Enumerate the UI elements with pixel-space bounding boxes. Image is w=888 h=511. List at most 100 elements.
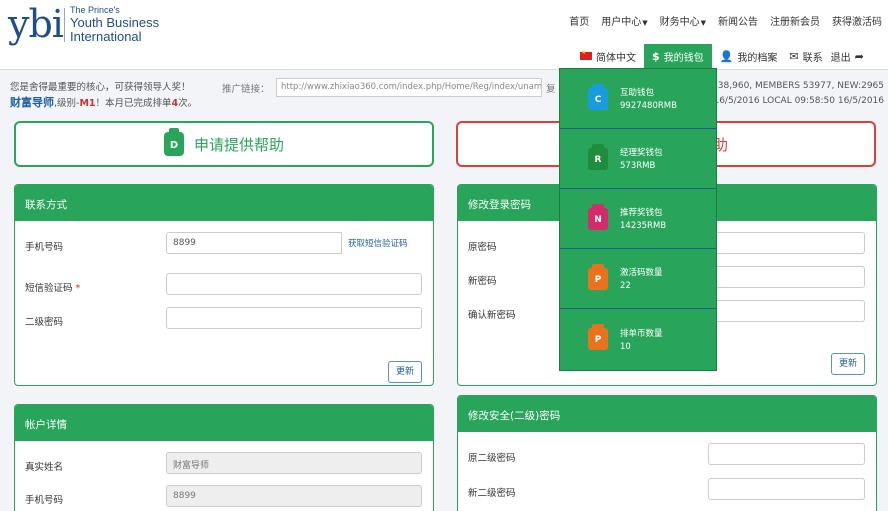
wallet-item-name: 激活码数量: [620, 268, 663, 278]
old-password-input[interactable]: [708, 232, 865, 254]
real-name-field: 财富导师: [166, 452, 422, 474]
new-secondary-password-input[interactable]: [708, 478, 865, 500]
old-password-label: 原密码: [468, 242, 497, 253]
wallet-item-value: 573RMB: [620, 161, 656, 171]
provide-help-label: 申请提供帮助: [193, 135, 284, 154]
info-line-1: 您是舍得最重要的核心，可获得领导人奖！: [10, 82, 191, 93]
wallet-bag-icon: D: [163, 128, 184, 156]
account-phone-label: 手机号码: [25, 495, 64, 506]
contact-label: 联系: [802, 52, 823, 64]
my-wallet-label: 我的钱包: [663, 52, 704, 64]
wallet-item-text: 排单币数量 10: [620, 327, 663, 352]
top-nav: 首页 用户中心▼ 财务中心▼ 新闻公告 注册新会员 获得激活码: [569, 13, 882, 28]
contact-panel: 联系方式 手机号码 8899 获取短信验证码 短信验证码 * 二级密码 更新: [14, 184, 434, 386]
china-flag-icon: [580, 49, 592, 60]
wallet-item-name: 互助钱包: [620, 88, 655, 98]
wallet-bag-icon: R: [588, 143, 608, 170]
new-secondary-password-label: 新二级密码: [468, 488, 516, 499]
chevron-down-icon: ▼: [642, 19, 648, 27]
sub-nav: 简体中文 $ 我的钱包 👤 我的档案 ✉ 联系 退出 ➦: [572, 44, 868, 68]
nav-user-center[interactable]: 用户中心▼: [601, 13, 647, 28]
wallet-item[interactable]: C 互助钱包 9927480RMB: [560, 69, 716, 129]
nav-finance-center-label: 财务中心: [659, 17, 700, 28]
level-label: ,级别-: [54, 98, 80, 109]
language-label: 简体中文: [596, 52, 636, 64]
wallet-item-value: 22: [620, 281, 631, 291]
get-sms-code-button[interactable]: 获取短信验证码: [341, 232, 422, 254]
wallet-item-value: 10: [620, 341, 631, 352]
logo-divider: [64, 8, 65, 42]
provide-help-button[interactable]: D 申请提供帮助: [14, 121, 434, 167]
wallet-bag-icon: P: [588, 263, 608, 290]
logout-label: 退出: [830, 52, 851, 64]
sms-code-label-text: 短信验证码: [25, 283, 73, 294]
confirm-password-input[interactable]: [708, 300, 865, 322]
logo-line-2: Youth Business: [70, 15, 160, 30]
phone-label: 手机号码: [25, 242, 64, 253]
wallet-bag-icon: C: [588, 83, 608, 110]
confirm-password-label: 确认新密码: [468, 310, 516, 321]
contact-panel-title: 联系方式: [15, 185, 433, 221]
wallet-item[interactable]: P 激活码数量 22: [560, 249, 716, 309]
stats-line-1: 8,438,960, MEMBERS 53977, NEW:2965: [703, 81, 884, 91]
arrow-right-icon: ➦: [854, 49, 864, 63]
month-text: ！本月已完成排单: [95, 98, 172, 109]
my-profile-link[interactable]: 👤 我的档案: [712, 44, 786, 68]
old-secondary-password-label: 原二级密码: [468, 453, 516, 464]
secondary-password-input[interactable]: [166, 307, 422, 329]
sms-code-label: 短信验证码 *: [25, 280, 80, 294]
my-wallet-menu[interactable]: $ 我的钱包: [644, 44, 712, 68]
real-name-label: 真实姓名: [25, 462, 64, 473]
user-icon: 👤: [719, 49, 734, 63]
old-secondary-password-input[interactable]: [708, 443, 865, 465]
logo[interactable]: ybi: [8, 4, 64, 44]
info-line-2: 财富导师,级别-M1！本月已完成排单4次。: [10, 95, 197, 111]
wallet-item-value: 9927480RMB: [620, 101, 677, 111]
user-level: M1: [79, 98, 96, 109]
logo-line-3: International: [70, 29, 142, 44]
wallet-bag-icon: P: [588, 324, 608, 350]
language-selector[interactable]: 简体中文: [572, 44, 644, 68]
nav-home[interactable]: 首页: [569, 13, 589, 28]
chevron-down-icon: ▼: [700, 19, 706, 27]
nav-news[interactable]: 新闻公告: [718, 13, 758, 28]
logout-link[interactable]: 退出 ➦: [827, 44, 868, 68]
wallet-item-value: 14235RMB: [620, 221, 667, 231]
my-profile-label: 我的档案: [737, 52, 778, 64]
wallet-item[interactable]: P 排单币数量 10: [560, 309, 716, 369]
login-password-update-button[interactable]: 更新: [831, 353, 865, 375]
security-password-title: 修改安全(二级)密码: [458, 396, 876, 432]
nav-get-code[interactable]: 获得激活码: [832, 13, 882, 28]
account-details-title: 帐户详情: [15, 405, 433, 441]
wallet-item[interactable]: R 经理奖钱包 573RMB: [560, 129, 716, 189]
wallet-item-name: 推荐奖钱包: [620, 208, 663, 218]
secondary-password-label: 二级密码: [25, 317, 64, 328]
wallet-item[interactable]: N 推荐奖钱包 14235RMB: [560, 189, 716, 249]
dollar-icon: $: [652, 49, 660, 63]
header: ybi The Prince's Youth Business Internat…: [0, 0, 888, 70]
site-stats: 8,438,960, MEMBERS 53977, NEW:2965 0 16/…: [703, 79, 884, 109]
wallet-item-name: 经理奖钱包: [620, 148, 663, 158]
stats-line-2: 0 16/5/2016 LOCAL 09:58:50 16/5/2016: [704, 96, 884, 106]
user-info: 您是舍得最重要的核心，可获得领导人奖！ 财富导师,级别-M1！本月已完成排单4次…: [10, 80, 197, 111]
required-mark: *: [75, 283, 81, 294]
nav-user-center-label: 用户中心: [601, 17, 642, 28]
copy-link[interactable]: 复: [546, 81, 556, 95]
account-details-panel: 帐户详情 真实姓名 财富导师 手机号码 8899: [14, 404, 434, 511]
nav-register[interactable]: 注册新会员: [770, 13, 820, 28]
wallet-bag-icon: N: [588, 203, 608, 230]
count-suffix: 次。: [178, 98, 198, 109]
account-phone-field: 8899: [166, 485, 422, 507]
logo-text: The Prince's Youth Business Internationa…: [70, 4, 159, 44]
security-password-panel: 修改安全(二级)密码 原二级密码 新二级密码: [457, 395, 877, 511]
nav-finance-center[interactable]: 财务中心▼: [660, 13, 706, 28]
wallet-item-text: 激活码数量 22: [620, 266, 663, 291]
wallet-item-text: 推荐奖钱包 14235RMB: [620, 206, 666, 231]
referral-link-field[interactable]: http://www.zhixiao360.com/index.php/Home…: [276, 78, 542, 97]
new-password-input[interactable]: [708, 266, 865, 288]
sms-code-input[interactable]: [166, 273, 422, 295]
contact-link[interactable]: ✉ 联系: [785, 44, 826, 68]
referral-label: 推广链接：: [222, 84, 270, 95]
contact-update-button[interactable]: 更新: [388, 361, 422, 383]
wallet-item-text: 经理奖钱包 573RMB: [620, 146, 663, 171]
